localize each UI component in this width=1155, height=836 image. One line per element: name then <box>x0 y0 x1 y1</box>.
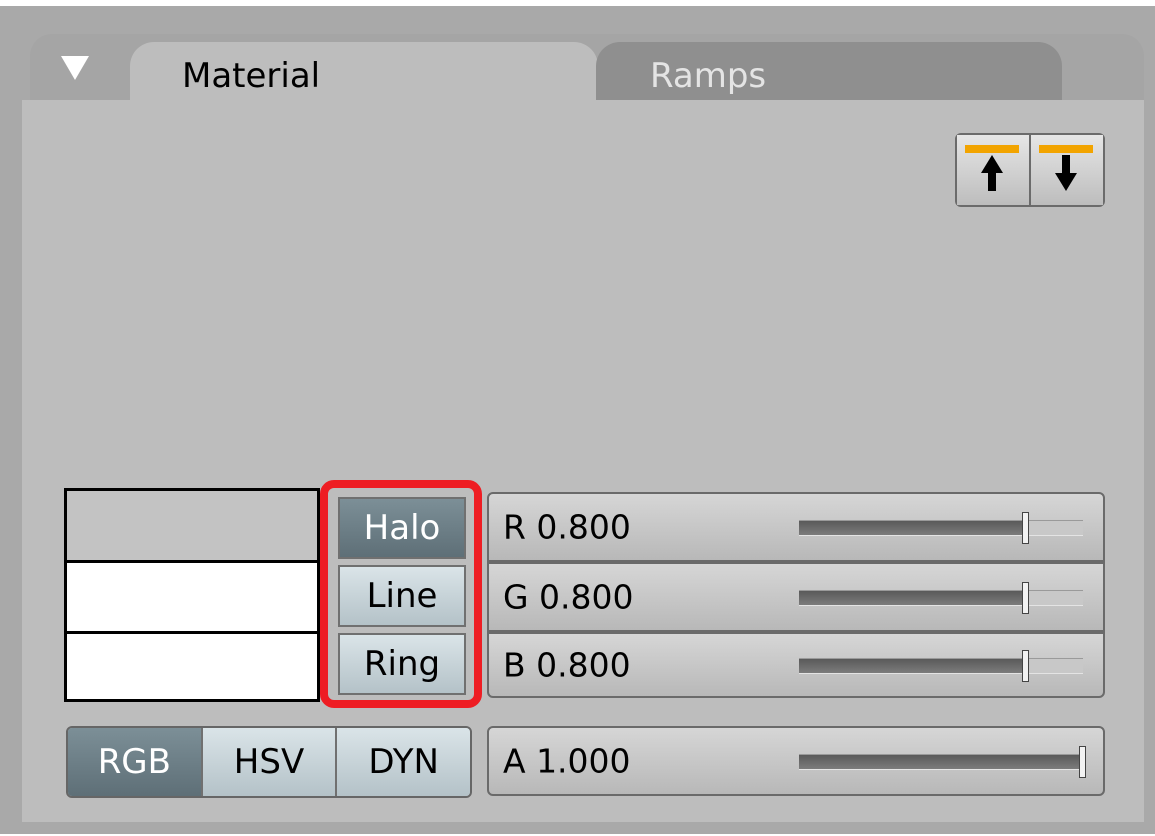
slider-track <box>799 582 1083 614</box>
tab-ramps[interactable]: Ramps <box>596 42 1062 106</box>
tab-ramps-label: Ramps <box>650 56 767 96</box>
collapse-triangle-icon[interactable] <box>55 48 95 88</box>
slider-fill <box>799 521 1027 535</box>
dyn-mode-button[interactable]: DYN <box>337 728 470 796</box>
tab-material[interactable]: Material <box>130 42 598 106</box>
specular-color-swatch[interactable] <box>67 563 317 631</box>
slider-knob[interactable] <box>1022 512 1030 544</box>
slider-fill <box>799 591 1027 605</box>
red-highlight-box <box>320 480 482 708</box>
panel-move-buttons <box>955 133 1105 207</box>
slider-knob[interactable] <box>1022 582 1030 614</box>
color-mode-selector: RGB HSV DYN <box>66 726 472 798</box>
mirror-color-swatch[interactable] <box>67 634 317 699</box>
move-panel-up-button[interactable] <box>957 135 1031 205</box>
hsv-mode-button[interactable]: HSV <box>202 728 338 796</box>
slider-track <box>799 746 1086 778</box>
slider-track <box>799 512 1083 544</box>
red-slider-label: R 0.800 <box>503 507 631 547</box>
slider-fill <box>799 755 1083 769</box>
green-slider-label: G 0.800 <box>503 577 634 617</box>
tab-material-label: Material <box>182 56 321 96</box>
slider-knob[interactable] <box>1079 746 1086 778</box>
alpha-slider-label: A 1.000 <box>503 741 631 781</box>
alpha-slider[interactable]: A 1.000 <box>487 726 1105 796</box>
move-panel-down-button[interactable] <box>1031 135 1103 205</box>
blue-slider[interactable]: B 0.800 <box>487 632 1105 698</box>
green-slider[interactable]: G 0.800 <box>487 562 1105 632</box>
slider-fill <box>799 659 1027 673</box>
red-slider[interactable]: R 0.800 <box>487 492 1105 562</box>
material-panel-root: Material Ramps Halo Line Ring R 0.800 G … <box>0 0 1155 836</box>
rgb-mode-button[interactable]: RGB <box>68 728 203 796</box>
color-preview-swatches <box>64 488 320 702</box>
move-down-arrow-icon <box>1039 145 1093 191</box>
move-up-arrow-icon <box>965 145 1019 191</box>
blue-slider-label: B 0.800 <box>503 645 631 685</box>
material-color-swatch[interactable] <box>67 491 317 560</box>
slider-track <box>799 650 1083 682</box>
panel-body <box>22 100 1144 822</box>
slider-knob[interactable] <box>1022 650 1030 682</box>
